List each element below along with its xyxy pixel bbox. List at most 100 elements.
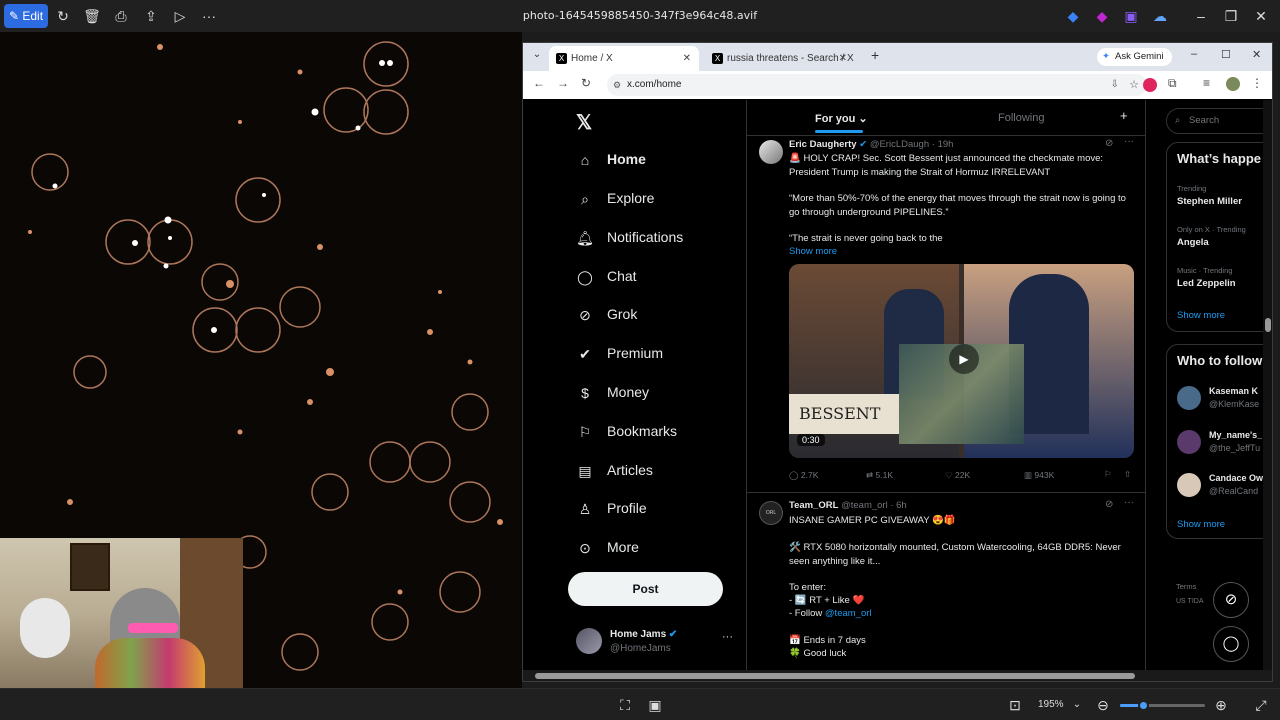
slideshow-icon[interactable]: ▷: [169, 6, 191, 26]
tweet[interactable]: Eric Daugherty ✔ @EricLDaugh · 19h ⊘ ···…: [747, 136, 1145, 492]
grok-icon[interactable]: ⊘: [1105, 499, 1113, 510]
account-switcher[interactable]: Home Jams ✔ @HomeJams ···: [576, 627, 746, 657]
back-icon[interactable]: ←: [533, 76, 545, 90]
follow-name[interactable]: My_name's_: [1209, 430, 1262, 440]
bookmark-star-icon[interactable]: ☆: [1129, 74, 1139, 96]
trend-item[interactable]: Led Zeppelin: [1177, 278, 1236, 289]
avatar[interactable]: [1177, 386, 1201, 410]
zoom-slider-handle[interactable]: [1138, 700, 1149, 711]
tweet-header: Eric Daugherty ✔ @EricLDaugh · 19h: [789, 139, 953, 150]
zoom-in-icon[interactable]: ⊕: [1210, 695, 1232, 715]
author-name[interactable]: Team_ORL: [789, 500, 838, 511]
extension-abp-icon[interactable]: [1143, 78, 1157, 92]
close-icon[interactable]: ✕: [1252, 48, 1261, 61]
fit-icon[interactable]: ⛶: [614, 695, 636, 715]
show-more-link[interactable]: Show more: [1177, 310, 1225, 321]
maximize-icon[interactable]: ☐: [1221, 48, 1231, 61]
reply-button[interactable]: ◯ 2.7K: [789, 470, 818, 481]
maximize-icon[interactable]: ❐: [1220, 6, 1242, 26]
install-icon[interactable]: ⇩: [1111, 74, 1119, 96]
avatar[interactable]: [759, 140, 783, 164]
x-logo-icon[interactable]: 𝕏: [576, 110, 592, 135]
more-options-icon[interactable]: ···: [198, 6, 220, 26]
tab-russia-label: russia threatens - Search / X: [727, 53, 854, 64]
grok-icon[interactable]: ⊘: [1105, 138, 1113, 149]
show-more-link[interactable]: Show more: [1177, 519, 1225, 530]
follow-name[interactable]: Candace Ow: [1209, 473, 1263, 483]
scrollbar-thumb[interactable]: [1265, 318, 1271, 332]
avatar[interactable]: ORL: [759, 501, 783, 525]
rotate-icon[interactable]: ↻: [52, 6, 74, 26]
minimize-icon[interactable]: –: [1190, 6, 1212, 26]
chat-icon: ◯: [577, 269, 593, 285]
scan-icon[interactable]: ▣: [644, 695, 666, 715]
scrollbar-thumb[interactable]: [535, 673, 1135, 679]
app-icon-4[interactable]: ☁: [1149, 6, 1171, 26]
footer-terms-link[interactable]: Terms: [1176, 582, 1196, 591]
like-button[interactable]: ♡ 22K: [945, 470, 970, 481]
tab-home[interactable]: X Home / X ✕: [549, 46, 699, 71]
address-bar: ← → ↻ ⚙ x.com/home ⇩ ☆ ⧉ ≡ ⋮: [523, 71, 1272, 99]
avatar[interactable]: [1177, 430, 1201, 454]
fullscreen-icon[interactable]: ⊡: [1004, 695, 1026, 715]
play-icon[interactable]: ▶: [949, 344, 979, 374]
grok-float-icon[interactable]: ⊘: [1213, 582, 1249, 618]
app-icon-1[interactable]: ◆: [1062, 6, 1084, 26]
author-name[interactable]: Eric Daugherty: [789, 139, 857, 150]
extensions-icon[interactable]: ⧉: [1168, 76, 1177, 91]
trend-item[interactable]: Angela: [1177, 237, 1209, 248]
mention-link[interactable]: @team_orl: [825, 608, 872, 619]
menu-icon[interactable]: ⋮: [1251, 76, 1263, 90]
tab-close-icon[interactable]: ✕: [839, 46, 847, 71]
new-tab-icon[interactable]: +: [871, 47, 879, 63]
trend-item[interactable]: Stephen Miller: [1177, 196, 1242, 207]
tweet-more-icon[interactable]: ···: [1124, 136, 1134, 147]
print-icon[interactable]: ⎙: [110, 6, 132, 26]
horizontal-scrollbar[interactable]: [523, 670, 1272, 681]
follow-name[interactable]: Kaseman K: [1209, 386, 1258, 396]
avatar[interactable]: [1177, 473, 1201, 497]
share-icon[interactable]: ⇪: [140, 6, 162, 26]
zoom-level[interactable]: 195%: [1038, 699, 1064, 710]
gemini-icon: ✦: [1102, 51, 1110, 62]
tab-russia-search[interactable]: X russia threatens - Search / X ✕: [705, 46, 855, 71]
share-icon[interactable]: ⇧: [1124, 469, 1131, 480]
reload-icon[interactable]: ↻: [581, 76, 591, 90]
tab-search-icon[interactable]: ⌄: [529, 49, 545, 65]
bookmark-icon[interactable]: ⚐: [1104, 469, 1112, 480]
app-icon-2[interactable]: ◆: [1091, 6, 1113, 26]
tweet-time: · 19h: [931, 139, 954, 150]
app-icon-3[interactable]: ▣: [1120, 6, 1142, 26]
add-tab-icon[interactable]: +: [1120, 108, 1128, 123]
tweet[interactable]: ORL Team_ORL @team_orl · 6h ⊘ ··· INSANE…: [747, 493, 1145, 675]
zoom-slider[interactable]: [1120, 700, 1205, 711]
show-more-link[interactable]: Show more: [789, 245, 837, 259]
url-field[interactable]: ⚙ x.com/home ⇩ ☆: [607, 74, 1147, 96]
zoom-out-icon[interactable]: ⊖: [1092, 695, 1114, 715]
forward-icon[interactable]: →: [557, 76, 569, 90]
ask-gemini-button[interactable]: ✦ Ask Gemini: [1097, 48, 1172, 66]
chat-float-icon[interactable]: ◯: [1213, 626, 1249, 662]
expand-icon[interactable]: ⤢: [1250, 695, 1272, 715]
vertical-scrollbar[interactable]: [1263, 100, 1272, 670]
chevron-down-icon[interactable]: ⌄: [1066, 695, 1088, 715]
tab-home-label: Home / X: [571, 53, 613, 64]
minimize-icon[interactable]: –: [1191, 48, 1197, 60]
profile-avatar[interactable]: [1226, 77, 1240, 91]
search-input[interactable]: ⌕ Search: [1166, 108, 1272, 134]
tweet-more-icon[interactable]: ···: [1124, 497, 1134, 508]
grok-icon: ⊘: [579, 307, 591, 323]
reading-list-icon[interactable]: ≡: [1203, 76, 1210, 90]
tweet-video[interactable]: BESSENT ▶ 0:30: [789, 264, 1134, 458]
account-more-icon[interactable]: ···: [722, 631, 733, 643]
repost-button[interactable]: ⇄ 5.1K: [866, 470, 893, 481]
views-button[interactable]: ▥ 943K: [1024, 470, 1054, 481]
tab-for-you[interactable]: For you ⌄: [815, 112, 868, 125]
close-icon[interactable]: ✕: [1250, 6, 1272, 26]
post-button[interactable]: Post: [568, 572, 723, 606]
tab-following[interactable]: Following: [998, 112, 1044, 124]
tab-close-icon[interactable]: ✕: [683, 46, 691, 71]
delete-icon[interactable]: 🗑: [81, 6, 103, 26]
site-info-icon[interactable]: ⚙: [613, 74, 621, 96]
edit-button[interactable]: ✎ Edit: [4, 4, 48, 28]
